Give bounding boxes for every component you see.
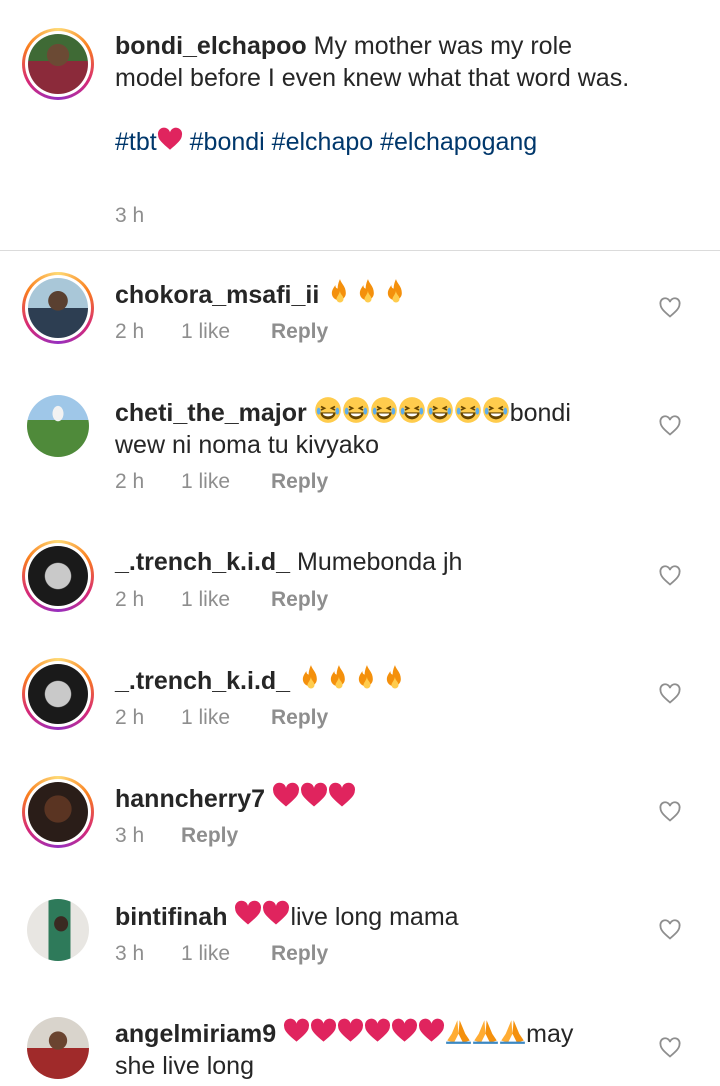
red-heart-emoji xyxy=(283,1018,310,1045)
comment-time: 3 h xyxy=(115,942,145,965)
heart-outline-icon[interactable] xyxy=(658,918,682,942)
heart-outline-icon[interactable] xyxy=(658,414,682,438)
comment-likes[interactable]: 1 like xyxy=(181,320,271,344)
fire-emoji xyxy=(353,664,381,692)
comment-text: Mumebonda jh xyxy=(297,548,463,576)
hashtags[interactable]: #bondi #elchapo #elchapogang xyxy=(190,128,538,156)
comment-text-line2: wew ni noma tu kivyako xyxy=(115,431,380,459)
fire-emoji xyxy=(326,278,354,306)
comment-username[interactable]: chokora_msafi_ii xyxy=(115,281,319,309)
laughing-emoji xyxy=(314,396,342,424)
laughing-emoji xyxy=(482,396,510,424)
comment-likes[interactable]: 1 like xyxy=(181,470,271,494)
comment-likes[interactable]: 1 like xyxy=(181,588,271,612)
reply-button[interactable]: Reply xyxy=(271,942,328,966)
comment-username[interactable]: bintifinah xyxy=(115,903,227,931)
comment-likes[interactable]: 1 like xyxy=(181,942,271,966)
red-heart-emoji xyxy=(337,1018,364,1045)
comment-text: live long mama xyxy=(290,903,459,931)
heart-outline-icon[interactable] xyxy=(658,682,682,706)
post-time: 3 h xyxy=(115,204,145,227)
red-heart-emoji xyxy=(328,782,356,810)
comment-text: may xyxy=(526,1020,574,1048)
laughing-emoji xyxy=(342,396,370,424)
reply-button[interactable]: Reply xyxy=(181,824,238,848)
comment-time: 2 h xyxy=(115,320,145,343)
comment-time: 3 h xyxy=(115,824,145,847)
comment-text: bondi xyxy=(509,399,571,427)
avatar[interactable] xyxy=(22,272,94,344)
folded-hands-emoji xyxy=(472,1018,499,1045)
avatar[interactable] xyxy=(22,894,94,966)
comment-username[interactable]: hanncherry7 xyxy=(115,785,265,813)
red-heart-emoji xyxy=(300,782,328,810)
fire-emoji xyxy=(297,664,325,692)
fire-emoji xyxy=(381,664,409,692)
comment-likes[interactable]: 1 like xyxy=(181,706,271,730)
comment-text-line2: she live long xyxy=(115,1052,254,1080)
laughing-emoji xyxy=(370,396,398,424)
avatar[interactable] xyxy=(22,540,94,612)
hashtag-tbt[interactable]: #tbt xyxy=(115,128,157,156)
red-heart-emoji xyxy=(391,1018,418,1045)
reply-button[interactable]: Reply xyxy=(271,706,328,730)
avatar[interactable] xyxy=(22,776,94,848)
heart-outline-icon[interactable] xyxy=(658,800,682,824)
comment-username[interactable]: _.trench_k.i.d_ xyxy=(115,548,290,576)
red-heart-emoji xyxy=(310,1018,337,1045)
red-heart-emoji xyxy=(262,900,290,928)
fire-emoji xyxy=(325,664,353,692)
folded-hands-emoji xyxy=(499,1018,526,1045)
comment-username[interactable]: _.trench_k.i.d_ xyxy=(115,667,290,695)
reply-button[interactable]: Reply xyxy=(271,470,328,494)
fire-emoji xyxy=(354,278,382,306)
reply-button[interactable]: Reply xyxy=(271,588,328,612)
comment-username[interactable]: angelmiriam9 xyxy=(115,1020,276,1048)
post-username[interactable]: bondi_elchapoo xyxy=(115,32,307,60)
avatar[interactable] xyxy=(22,28,94,100)
avatar[interactable] xyxy=(22,1012,94,1084)
avatar[interactable] xyxy=(22,390,94,462)
heart-outline-icon[interactable] xyxy=(658,564,682,588)
heart-outline-icon[interactable] xyxy=(658,1036,682,1060)
folded-hands-emoji xyxy=(445,1018,472,1045)
comment-time: 2 h xyxy=(115,588,145,611)
avatar[interactable] xyxy=(22,658,94,730)
comment-time: 2 h xyxy=(115,706,145,729)
comment-time: 2 h xyxy=(115,470,145,493)
laughing-emoji xyxy=(398,396,426,424)
post-caption-section: bondi_elchapoo My mother was my role mod… xyxy=(0,0,720,251)
laughing-emoji xyxy=(454,396,482,424)
comment-username[interactable]: cheti_the_major xyxy=(115,399,307,427)
heart-outline-icon[interactable] xyxy=(658,296,682,320)
red-heart-emoji xyxy=(272,782,300,810)
red-heart-emoji xyxy=(364,1018,391,1045)
red-heart-emoji xyxy=(157,127,183,153)
reply-button[interactable]: Reply xyxy=(271,320,328,344)
red-heart-emoji xyxy=(234,900,262,928)
red-heart-emoji xyxy=(418,1018,445,1045)
laughing-emoji xyxy=(426,396,454,424)
fire-emoji xyxy=(382,278,410,306)
